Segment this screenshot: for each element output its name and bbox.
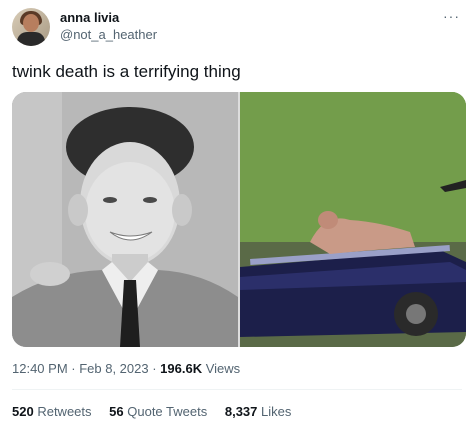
left-photo[interactable] xyxy=(12,92,238,347)
tweet-header: anna livia @not_a_heather ··· xyxy=(12,8,462,48)
tweet-time[interactable]: 12:40 PM xyxy=(12,361,68,376)
quote-tweets-count: 56 xyxy=(109,404,124,419)
tweet-date[interactable]: Feb 8, 2023 xyxy=(79,361,148,376)
likes-count: 8,337 xyxy=(224,404,258,419)
quote-tweets-stat[interactable]: 56 Quote Tweets xyxy=(109,404,207,419)
retweets-stat[interactable]: 520 Retweets xyxy=(12,404,92,419)
quote-tweets-label: Quote Tweets xyxy=(127,404,208,419)
portrait-illustration xyxy=(12,92,238,347)
motorcade-illustration xyxy=(240,92,466,347)
views-count: 196.6K xyxy=(160,361,203,376)
meta-separator: · xyxy=(148,361,161,376)
divider xyxy=(12,389,462,390)
views-label: Views xyxy=(202,361,241,376)
likes-label: Likes xyxy=(261,404,292,419)
avatar-body xyxy=(17,32,45,46)
author-names: anna livia @not_a_heather xyxy=(60,10,157,44)
display-name[interactable]: anna livia xyxy=(60,10,157,26)
tweet-meta: 12:40 PM · Feb 8, 2023 · 196.6K Views xyxy=(12,361,240,376)
tweet-stats: 520 Retweets 56 Quote Tweets 8,337 Likes xyxy=(12,404,305,419)
more-options-icon[interactable]: ··· xyxy=(443,8,460,24)
right-photo[interactable] xyxy=(240,92,466,347)
user-handle[interactable]: @not_a_heather xyxy=(60,26,157,44)
retweets-label: Retweets xyxy=(37,404,92,419)
tweet-text: twink death is a terrifying thing xyxy=(12,62,241,81)
meta-separator: · xyxy=(67,361,80,376)
avatar[interactable] xyxy=(12,8,50,46)
likes-stat[interactable]: 8,337 Likes xyxy=(225,404,292,419)
tweet-media[interactable] xyxy=(12,92,466,347)
retweets-count: 520 xyxy=(12,404,34,419)
avatar-face xyxy=(23,14,39,32)
